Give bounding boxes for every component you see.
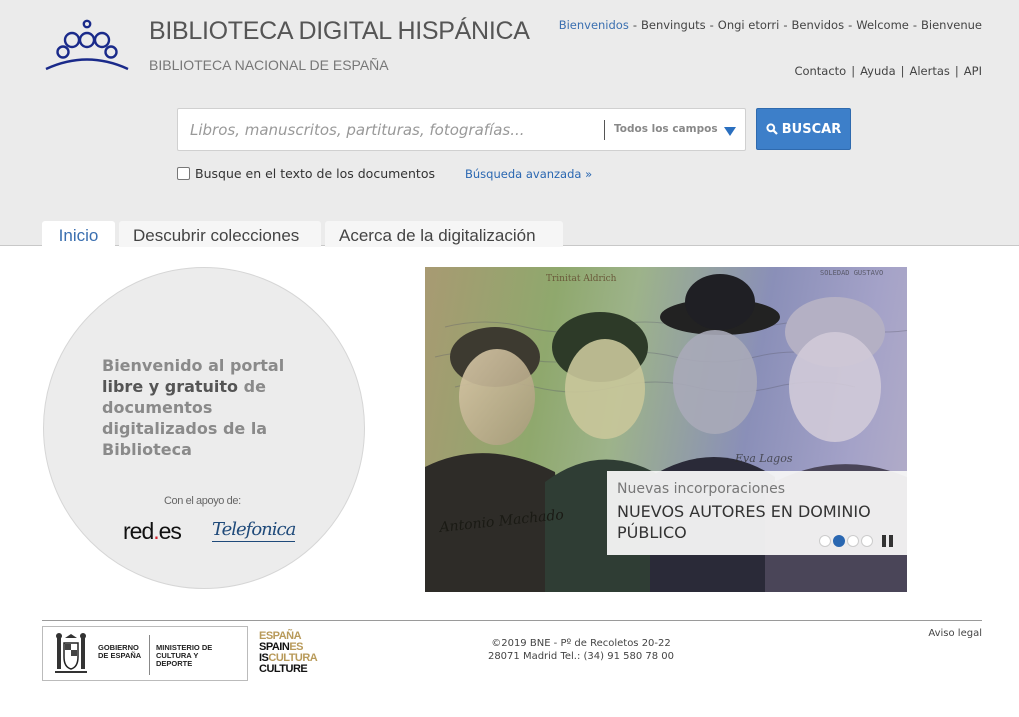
- gov-divider: [149, 635, 150, 675]
- lang-link-en[interactable]: Welcome: [856, 18, 909, 32]
- slide-dot-1[interactable]: [819, 535, 831, 547]
- tab-collections[interactable]: Descubrir colecciones: [119, 221, 321, 247]
- lang-link-eu[interactable]: Ongi etorri: [718, 18, 780, 32]
- api-link[interactable]: API: [964, 64, 982, 78]
- lang-link-gl[interactable]: Benvidos: [792, 18, 845, 32]
- photo-label-gustavo: SOLEDAD GUSTAVO: [820, 269, 883, 277]
- site-subtitle: BIBLIOTECA NACIONAL DE ESPAÑA: [149, 57, 389, 73]
- signature-lagos: Eva Lagos: [734, 452, 793, 465]
- search-input[interactable]: [178, 109, 603, 150]
- slide-dot-4[interactable]: [861, 535, 873, 547]
- fulltext-checkbox[interactable]: [177, 167, 190, 180]
- fulltext-label[interactable]: Busque en el texto de los documentos: [195, 166, 435, 181]
- slide-kicker: Nuevas incorporaciones: [617, 481, 786, 497]
- redes-logo-a: red: [123, 518, 154, 544]
- site-header: BIBLIOTECA DIGITAL HISPÁNICA BIBLIOTECA …: [0, 0, 1019, 248]
- slide-indicators: [819, 535, 873, 547]
- help-link[interactable]: Ayuda: [860, 64, 896, 78]
- pause-icon[interactable]: [882, 535, 893, 547]
- search-button[interactable]: BUSCAR: [756, 108, 851, 150]
- copyright-line-1: ©2019 BNE - Pº de Recoletos 20-22: [491, 638, 671, 649]
- ministry-name: MINISTERIO DE CULTURA Y DEPORTE: [156, 643, 213, 668]
- welcome-line-a: Bienvenido al portal: [102, 356, 285, 375]
- lang-link-fr[interactable]: Bienvenue: [921, 18, 982, 32]
- telefonica-logo[interactable]: Telefonica: [212, 519, 296, 542]
- welcome-line-b: de: [238, 377, 266, 396]
- government-name: GOBIERNO DE ESPAÑA: [98, 643, 142, 660]
- slide-caption[interactable]: Nuevas incorporaciones NUEVOS AUTORES EN…: [607, 471, 907, 555]
- tab-about-digitization[interactable]: Acerca de la digitalización: [325, 221, 563, 247]
- slide-dot-3[interactable]: [847, 535, 859, 547]
- featured-carousel[interactable]: Trinitat Aldrich SOLEDAD GUSTAVO Antonio…: [425, 267, 907, 592]
- slide-dot-2[interactable]: [833, 535, 845, 547]
- utility-links: Contacto | Ayuda | Alertas | API: [794, 64, 982, 78]
- welcome-line-c: documentos digitalizados de la Bibliotec…: [102, 398, 268, 459]
- welcome-emphasis: libre y gratuito: [102, 377, 239, 396]
- spain-is-culture-logo[interactable]: ESPAÑA SPAINES ISCULTURA CULTURE: [259, 631, 318, 675]
- copyright: ©2019 BNE - Pº de Recoletos 20-22 28071 …: [468, 637, 694, 663]
- government-logo[interactable]: GOBIERNO DE ESPAÑA MINISTERIO DE CULTURA…: [42, 626, 248, 681]
- redes-logo[interactable]: red.es: [123, 518, 182, 545]
- search-box: Todos los campos: [177, 108, 746, 151]
- contact-link[interactable]: Contacto: [794, 64, 846, 78]
- support-label: Con el apoyo de:: [164, 495, 241, 507]
- site-title[interactable]: BIBLIOTECA DIGITAL HISPÁNICA: [149, 17, 530, 46]
- chevron-down-icon[interactable]: [724, 127, 736, 136]
- search-button-label: BUSCAR: [781, 121, 842, 137]
- fulltext-option: Busque en el texto de los documentos: [177, 166, 435, 181]
- copyright-line-2: 28071 Madrid Tel.: (34) 91 580 78 00: [487, 651, 675, 662]
- welcome-message: Bienvenido al portal libre y gratuito de…: [102, 355, 302, 460]
- advanced-search-link[interactable]: Búsqueda avanzada »: [465, 167, 592, 181]
- search-icon: [766, 123, 778, 135]
- search-divider: [604, 120, 605, 140]
- alerts-link[interactable]: Alertas: [910, 64, 950, 78]
- lang-link-ca[interactable]: Benvinguts: [641, 18, 706, 32]
- search-field-select[interactable]: Todos los campos: [614, 109, 718, 150]
- footer-divider: [42, 620, 982, 621]
- photo-label-aldrich: Trinitat Aldrich: [546, 274, 617, 284]
- legal-notice-link[interactable]: Aviso legal: [928, 628, 982, 639]
- language-bar: Bienvenidos - Benvinguts - Ongi etorri - Benvi…: [558, 18, 982, 32]
- coat-of-arms-icon: [55, 633, 87, 673]
- crown-icon[interactable]: [42, 18, 132, 74]
- lang-link-es[interactable]: Bienvenidos: [559, 18, 629, 32]
- redes-logo-b: es: [158, 518, 182, 544]
- spain-logo-line-4: CULTURE: [259, 663, 308, 675]
- tab-home[interactable]: Inicio: [42, 221, 115, 248]
